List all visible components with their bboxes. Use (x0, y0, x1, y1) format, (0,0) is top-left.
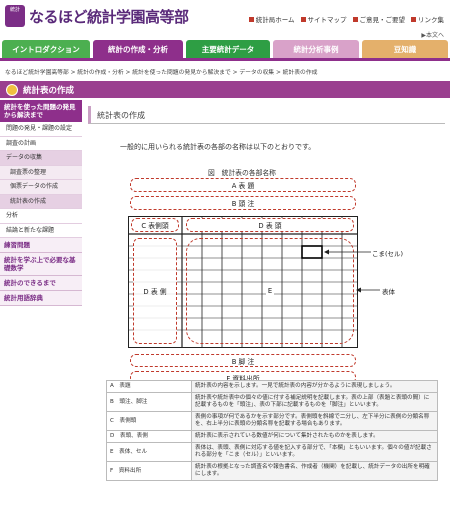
body-region: E (186, 238, 354, 344)
page-title-bar: 統計表の作成 (0, 81, 450, 98)
top-link-label[interactable]: サイトマップ (308, 14, 347, 24)
top-link-label[interactable]: リンク集 (418, 14, 444, 24)
legend-desc: 統計表や統計表中の個々の値に付する補足説明を記載します。表の上部（表題と表頭の間… (191, 392, 438, 412)
top-link-feedback[interactable]: ご意見・ご要望 (352, 14, 406, 24)
sidebar-subitem-active[interactable]: 統計表の作成 (0, 194, 82, 209)
figure-title: 図 統計表の各部名称 (208, 169, 276, 177)
legend-key: C 表側頭 (106, 411, 192, 431)
table-row: C 表側頭 表側の事項が何であるかを示す部分です。表側頭を斜線で二分し、左下半分に… (106, 411, 438, 431)
sidebar-item[interactable]: 分析 (0, 209, 82, 224)
tab-making-analysis[interactable]: 統計の作成・分析 (93, 40, 183, 58)
site-title[interactable]: なるほど統計学園高等部 (29, 6, 189, 27)
top-links: 統計局ホーム サイトマップ ご意見・ご要望 リンク集 (248, 14, 444, 24)
tab-introduction[interactable]: イントロダクション (2, 40, 90, 58)
table-row: E 表体、セル 表体は、表頭、表側に対応する値を記入する部分で、「本欄」ともいいま… (106, 442, 438, 462)
logo-emblem[interactable]: 統計 (5, 5, 25, 27)
tab-major-data[interactable]: 主要統計データ (186, 40, 270, 58)
legend-desc: 統計表の根拠となった調査名や報告書名、作成者（機関）を記載し、統計データの出所を… (191, 461, 438, 481)
sidebar: 統計を使った問題の発見から解決まで 問題の発見・課題の設定 調査の計画 データの… (0, 100, 82, 335)
legend-desc: 表側の事項が何であるかを示す部分です。表側頭を斜線で二分し、左下半分に表側の分類… (191, 411, 438, 431)
region-label: B 頭 注 (231, 200, 255, 208)
sidebar-block-process[interactable]: 統計のできるまで (0, 276, 82, 291)
sidebar-subitem[interactable]: 調査票の整理 (0, 165, 82, 180)
table-row: A 表題 統計表の内容を示します。一見で統計表の内容が分かるように表現しましょう。 (106, 380, 438, 393)
sidebar-block-exercises[interactable]: 練習問題 (0, 238, 82, 253)
legend-key: D 表頭、表側 (106, 430, 192, 443)
parts-legend-table: A 表題 統計表の内容を示します。一見で統計表の内容が分かるように表現しましょう。… (106, 380, 438, 481)
column-head-region: D 表 頭 (186, 218, 354, 232)
region-label: B 脚 注 (231, 357, 255, 366)
breadcrumb[interactable]: なるほど統計学園高等部 > 統計の作成・分析 > 統計を使った問題の発見から解決… (5, 67, 317, 76)
sidebar-block-math[interactable]: 統計を学ぶ上で必要な基礎数学 (0, 253, 82, 276)
legend-desc: 表体は、表頭、表側に対応する値を記入する部分で、「本欄」ともいいます。個々の値が… (191, 442, 438, 462)
bullet-icon (411, 16, 416, 22)
sidebar-subitem[interactable]: 個票データの作成 (0, 180, 82, 195)
sidebar-block-glossary[interactable]: 統計用語辞典 (0, 291, 82, 306)
sidebar-item[interactable]: 調査の計画 (0, 136, 82, 151)
table-row: B 頭注、脚注 統計表や統計表中の個々の値に付する補足説明を記載します。表の上部（… (106, 392, 438, 412)
intro-text: 一般的に用いられる統計表の各部の名称は以下のとおりです。 (120, 143, 316, 151)
top-link-sitemap[interactable]: サイトマップ (300, 14, 347, 24)
legend-desc: 統計表に表示されている数値が何について集計されたものかを表します。 (191, 430, 438, 443)
sidebar-item[interactable]: 結論と新たな課題 (0, 223, 82, 238)
site-header: 統計 なるほど統計学園高等部 統計局ホーム サイトマップ ご意見・ご要望 リンク… (0, 0, 450, 40)
sidebar-heading[interactable]: 統計を使った問題の発見から解決まで (0, 100, 82, 122)
headnote-region: B 頭 注 (130, 196, 356, 210)
top-link-links[interactable]: リンク集 (411, 14, 444, 24)
tab-analysis-cases[interactable]: 統計分析事例 (273, 40, 359, 58)
main-nav: イントロダクション 統計の作成・分析 主要統計データ 統計分析事例 豆知識 (0, 40, 450, 61)
legend-key: A 表題 (106, 380, 192, 393)
table-row: D 表頭、表側 統計表に表示されている数値が何について集計されたものかを表します。 (106, 430, 438, 443)
region-label: C 表側頭 (141, 222, 169, 230)
legend-key: F 資料出所 (106, 461, 192, 481)
title-region: A 表 題 (130, 178, 356, 192)
legend-key: E 表体、セル (106, 442, 192, 462)
footnote-region: B 脚 注 (130, 354, 356, 367)
top-link-label[interactable]: 統計局ホーム (256, 14, 295, 24)
page-title: 統計表の作成 (23, 85, 75, 96)
table-parts-diagram: A 表 題 B 頭 注 C 表側頭 D 表 頭 D 表 側 E B 脚 注 F … (128, 178, 418, 388)
tab-trivia[interactable]: 豆知識 (362, 40, 448, 58)
bullet-icon (352, 16, 358, 22)
region-label: E (265, 287, 275, 295)
content-heading: 統計表の作成 (88, 106, 445, 124)
top-link-label[interactable]: ご意見・ご要望 (360, 14, 406, 24)
emblem-icon (6, 83, 18, 96)
bullet-icon (300, 16, 306, 22)
region-label: A 表 題 (231, 182, 255, 190)
region-label: D 表 側 (143, 288, 167, 296)
cell-callout: こま(セル) (372, 250, 404, 258)
body-callout: 表体 (382, 288, 395, 296)
sidebar-item[interactable]: 問題の発見・課題の設定 (0, 122, 82, 137)
bullet-icon (248, 16, 254, 22)
top-link-home[interactable]: 統計局ホーム (248, 14, 295, 24)
stub-region: D 表 側 (133, 238, 177, 344)
legend-desc: 統計表の内容を示します。一見で統計表の内容が分かるように表現しましょう。 (191, 380, 438, 393)
skip-to-content-link[interactable]: ▶本文へ (421, 30, 444, 39)
sidebar-item-active[interactable]: データの収集 (0, 151, 82, 166)
region-label: D 表 頭 (258, 222, 282, 230)
legend-key: B 頭注、脚注 (106, 392, 192, 412)
stub-head-region: C 表側頭 (131, 218, 179, 232)
table-row: F 資料出所 統計表の根拠となった調査名や報告書名、作成者（機関）を記載し、統計デ… (106, 461, 438, 481)
